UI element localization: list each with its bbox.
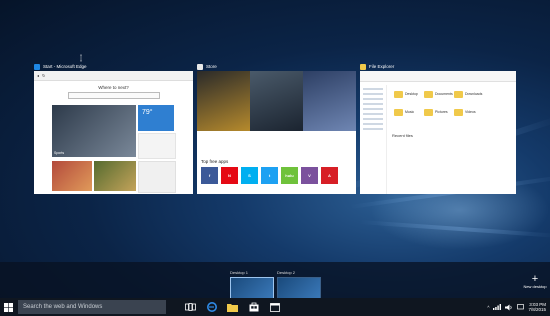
tile-photo-2 [94,161,136,191]
refresh-icon: ↻ [42,73,46,78]
store-app-tile: f [201,167,218,184]
notifications-icon[interactable] [517,303,525,311]
folder-icon [454,109,463,116]
window-edge-titlebar: Start - Microsoft Edge [34,62,193,71]
desktop-1-thumbnail[interactable]: Desktop 1 [230,270,274,299]
folder-label: Pictures [435,110,448,114]
store-app-tile: t [261,167,278,184]
explorer-recent-label: Recent files [392,133,413,138]
window-store-title: Store [206,64,217,69]
tile-news [138,133,176,159]
window-store-titlebar: Store [197,62,356,71]
chevron-up-icon[interactable]: ^ [487,305,489,310]
clock-date: 7/8/2015 [528,307,546,312]
folder-icon [394,109,403,116]
task-view-button[interactable] [180,298,201,316]
taskbar-edge[interactable] [201,298,222,316]
taskbar-calendar[interactable] [264,298,285,316]
store-app-tile: A [321,167,338,184]
store-content: Top free apps f N St hulu V A [197,71,356,194]
hero-tile-1 [197,71,250,131]
desktop-2-label: Desktop 2 [277,270,296,275]
taskbar-file-explorer[interactable] [222,298,243,316]
taskbar-search-box[interactable]: Search the web and Windows [18,300,166,314]
tile-sports: Sports [52,105,136,157]
explorer-nav-pane [360,85,387,194]
desktop-2-thumbnail[interactable]: Desktop 2 [277,270,321,299]
edge-search-prompt: Where to next? [98,85,129,90]
store-icon [197,63,203,70]
new-desktop-label: New desktop [523,284,547,289]
tile-photo-1 [52,161,92,191]
folder-icon [360,63,366,70]
folder-icon [454,91,463,98]
folder-label: Downloads [465,92,483,96]
new-desktop-button[interactable]: + New desktop [520,273,550,290]
edge-icon [206,302,217,312]
task-view-icon [185,303,196,311]
edge-search-area: Where to next? [56,85,171,99]
edge-search-box [67,92,160,99]
folder-label: Videos [465,110,476,114]
edge-toolbar: ◂ ↻ [34,71,193,81]
store-section-title: Top free apps [201,159,229,164]
store-app-tile: S [241,167,258,184]
folder-icon [424,91,433,98]
folder-label: Documents [435,92,453,96]
system-tray: ^ 3:03 PM 7/8/2015 [487,298,546,316]
folder-icon [227,303,238,312]
store-hero-banner [197,71,356,131]
start-button[interactable] [0,298,17,316]
folder-icon [394,91,403,98]
store-bag-icon [249,302,258,312]
store-app-tile: V [301,167,318,184]
edge-content: ◂ ↻ Where to next? Sports 79° [34,71,193,194]
folder-label: Desktop [405,92,418,96]
window-edge[interactable]: Start - Microsoft Edge ◂ ↻ Where to next… [34,62,193,194]
explorer-ribbon [360,71,516,82]
tile-money [138,161,176,193]
store-app-row: f N St hulu V A [201,167,338,184]
taskbar: Search the web and Windows ^ 3:03 PM 7/8… [0,298,550,316]
window-file-explorer[interactable]: File Explorer Desktop Documents Downloads M… [360,62,516,194]
window-explorer-titlebar: File Explorer [360,62,516,71]
window-explorer-title: File Explorer [369,64,395,69]
weather-temp: 79° [142,109,153,116]
volume-icon[interactable] [505,304,513,311]
desktop-1-label: Desktop 1 [230,270,249,275]
store-app-tile: N [221,167,238,184]
window-store[interactable]: Store Top free apps f N St hulu V A [197,62,356,194]
back-icon: ◂ [37,73,40,78]
explorer-content: Desktop Documents Downloads Music Pictures Vi… [360,71,516,194]
network-icon[interactable] [493,304,502,310]
hero-tile-2 [250,71,303,131]
virtual-desktops-bar: Desktop 1 Desktop 2 [0,262,550,299]
hero-tile-3 [303,71,356,131]
taskbar-search-placeholder: Search the web and Windows [23,304,103,310]
tile-weather: 79° [138,105,174,131]
plus-icon: + [531,273,539,285]
edge-icon [34,63,40,70]
windows-logo-icon [4,302,13,312]
taskbar-store[interactable] [243,298,264,316]
calendar-icon [269,303,280,312]
folder-icon [424,109,433,116]
taskbar-clock[interactable]: 3:03 PM 7/8/2015 [528,302,546,313]
window-edge-title: Start - Microsoft Edge [43,64,87,69]
store-app-tile: hulu [281,167,298,184]
folder-label: Music [405,110,415,114]
